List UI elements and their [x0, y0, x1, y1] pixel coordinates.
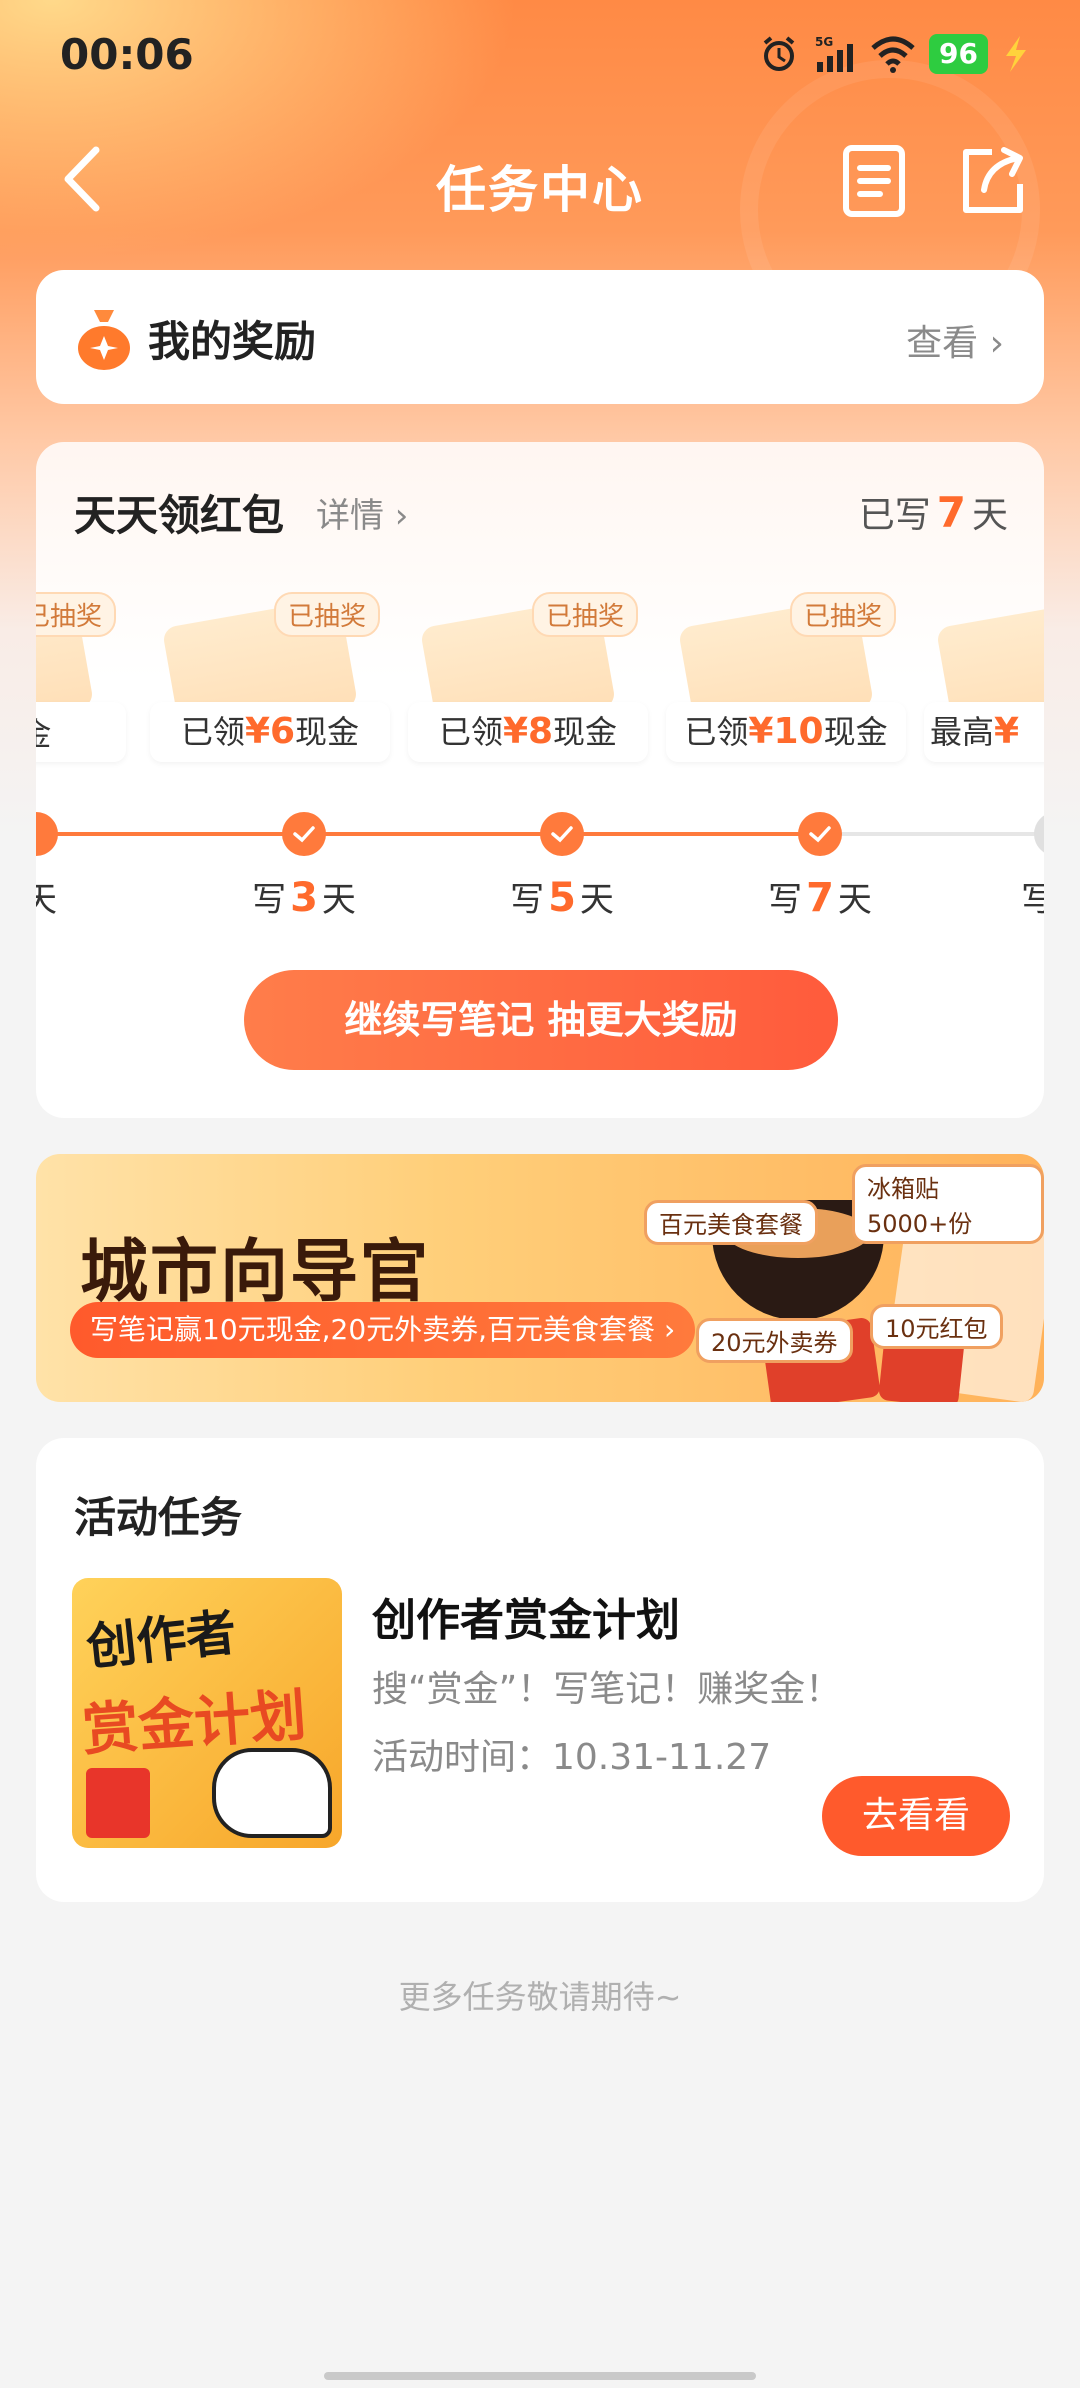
milestone-label: 写5天	[510, 875, 614, 921]
banner-subtitle: 写笔记赢10元现金,20元外卖券,百元美食套餐 ›	[70, 1302, 696, 1358]
check-icon	[809, 826, 831, 843]
share-button[interactable]	[958, 144, 1028, 218]
cellular-signal-icon: 5G	[813, 34, 857, 74]
thumb-line1: 创作者	[83, 1603, 240, 1677]
alarm-icon	[759, 34, 799, 74]
status-bar: 00:06 5G 96	[0, 0, 1080, 120]
share-icon	[963, 147, 1023, 213]
activity-name[interactable]: 创作者赏金计划	[372, 1584, 680, 1648]
continue-writing-button[interactable]: 继续写笔记 抽更大奖励	[244, 970, 838, 1070]
svg-text:5G: 5G	[815, 35, 833, 49]
drawn-badge: 已抽奖	[789, 592, 896, 637]
charging-bolt-icon	[1002, 34, 1030, 74]
status-icons: 5G 96	[759, 34, 1030, 74]
daily-redpack-card: 天天领红包 详情 › 已写7天 已抽奖 4现金 已抽奖 已领¥6现金 已抽奖 已…	[36, 442, 1044, 1118]
days-suffix: 天	[971, 495, 1008, 536]
banner-title: 城市向导官	[80, 1233, 431, 1312]
days-prefix: 已写	[858, 495, 931, 536]
status-time: 00:06	[60, 30, 194, 79]
document-icon	[843, 145, 905, 217]
redpack-amount: 最高¥	[924, 702, 1044, 762]
money-bag-icon	[76, 306, 132, 370]
my-rewards-card[interactable]: 我的奖励 查看 ›	[36, 270, 1044, 404]
view-rewards-link[interactable]: 查看 ›	[906, 314, 1004, 366]
activity-time: 活动时间：10.31-11.27	[372, 1737, 772, 1778]
home-indicator[interactable]	[324, 2372, 756, 2380]
milestone-label: 写1	[1021, 880, 1044, 920]
city-guide-banner[interactable]: 城市向导官 写笔记赢10元现金,20元外卖券,百元美食套餐 › 百元美食套餐 冰…	[36, 1154, 1044, 1402]
rules-button[interactable]	[840, 144, 910, 218]
redpack-item[interactable]: 最高¥	[924, 592, 1044, 762]
banner-tag-redpack: 10元红包	[870, 1304, 1003, 1349]
banner-tag-fridge: 冰箱贴5000+份	[852, 1164, 1044, 1244]
redpack-amount: 4现金	[36, 702, 126, 762]
check-icon	[551, 826, 573, 843]
redpack-amount: 已领¥6现金	[150, 702, 390, 762]
banner-tag-coupon: 20元外卖券	[696, 1318, 853, 1363]
redpack-item[interactable]: 已抽奖 已领¥8现金	[408, 592, 648, 762]
page-title: 任务中心	[436, 161, 644, 219]
redpack-amount: 已领¥8现金	[408, 702, 648, 762]
redpack-item[interactable]: 已抽奖 已领¥10现金	[666, 592, 906, 762]
hand-illustration	[212, 1748, 332, 1838]
drawn-badge: 已抽奖	[36, 592, 116, 637]
wifi-icon	[871, 34, 915, 74]
redpack-title: 天天领红包	[74, 491, 285, 540]
milestone-node	[36, 812, 58, 856]
written-days-counter: 已写 7 天	[859, 486, 1008, 538]
battery-indicator: 96	[929, 34, 988, 74]
progress-line-done	[36, 832, 800, 836]
milestone-node	[1034, 812, 1044, 856]
redpack-amount: 已领¥10现金	[666, 702, 906, 762]
go-see-button[interactable]: 去看看	[822, 1776, 1010, 1856]
drawn-badge: 已抽奖	[273, 592, 380, 637]
section-title: 活动任务	[74, 1493, 243, 1542]
milestone-node	[282, 812, 326, 856]
redpack-item[interactable]: 已抽奖 4现金	[36, 592, 126, 762]
days-value: 7	[936, 488, 966, 537]
milestone-label: 写3天	[252, 875, 356, 921]
drawn-badge: 已抽奖	[531, 592, 638, 637]
milestone-node	[798, 812, 842, 856]
activity-description: 搜“赏金”！写笔记！赚奖金！	[372, 1669, 842, 1710]
more-tasks-tip: 更多任务敬请期待~	[398, 1978, 682, 2016]
redpack-detail-link[interactable]: 详情 ›	[316, 488, 408, 537]
check-icon	[293, 826, 315, 843]
gift-icon	[86, 1768, 150, 1838]
banner-tag-meal: 百元美食套餐	[644, 1200, 818, 1245]
activity-thumbnail[interactable]: 创作者 赏金计划	[72, 1578, 342, 1848]
my-rewards-title: 我的奖励	[148, 317, 317, 366]
milestone-node	[540, 812, 584, 856]
milestone-label: 天	[36, 880, 57, 920]
milestone-label: 写7天	[768, 875, 872, 921]
activity-tasks-card: 活动任务 创作者 赏金计划 创作者赏金计划 搜“赏金”！写笔记！赚奖金！ 活动时…	[36, 1438, 1044, 1902]
redpack-item[interactable]: 已抽奖 已领¥6现金	[150, 592, 390, 762]
page-header: 任务中心	[0, 130, 1080, 230]
